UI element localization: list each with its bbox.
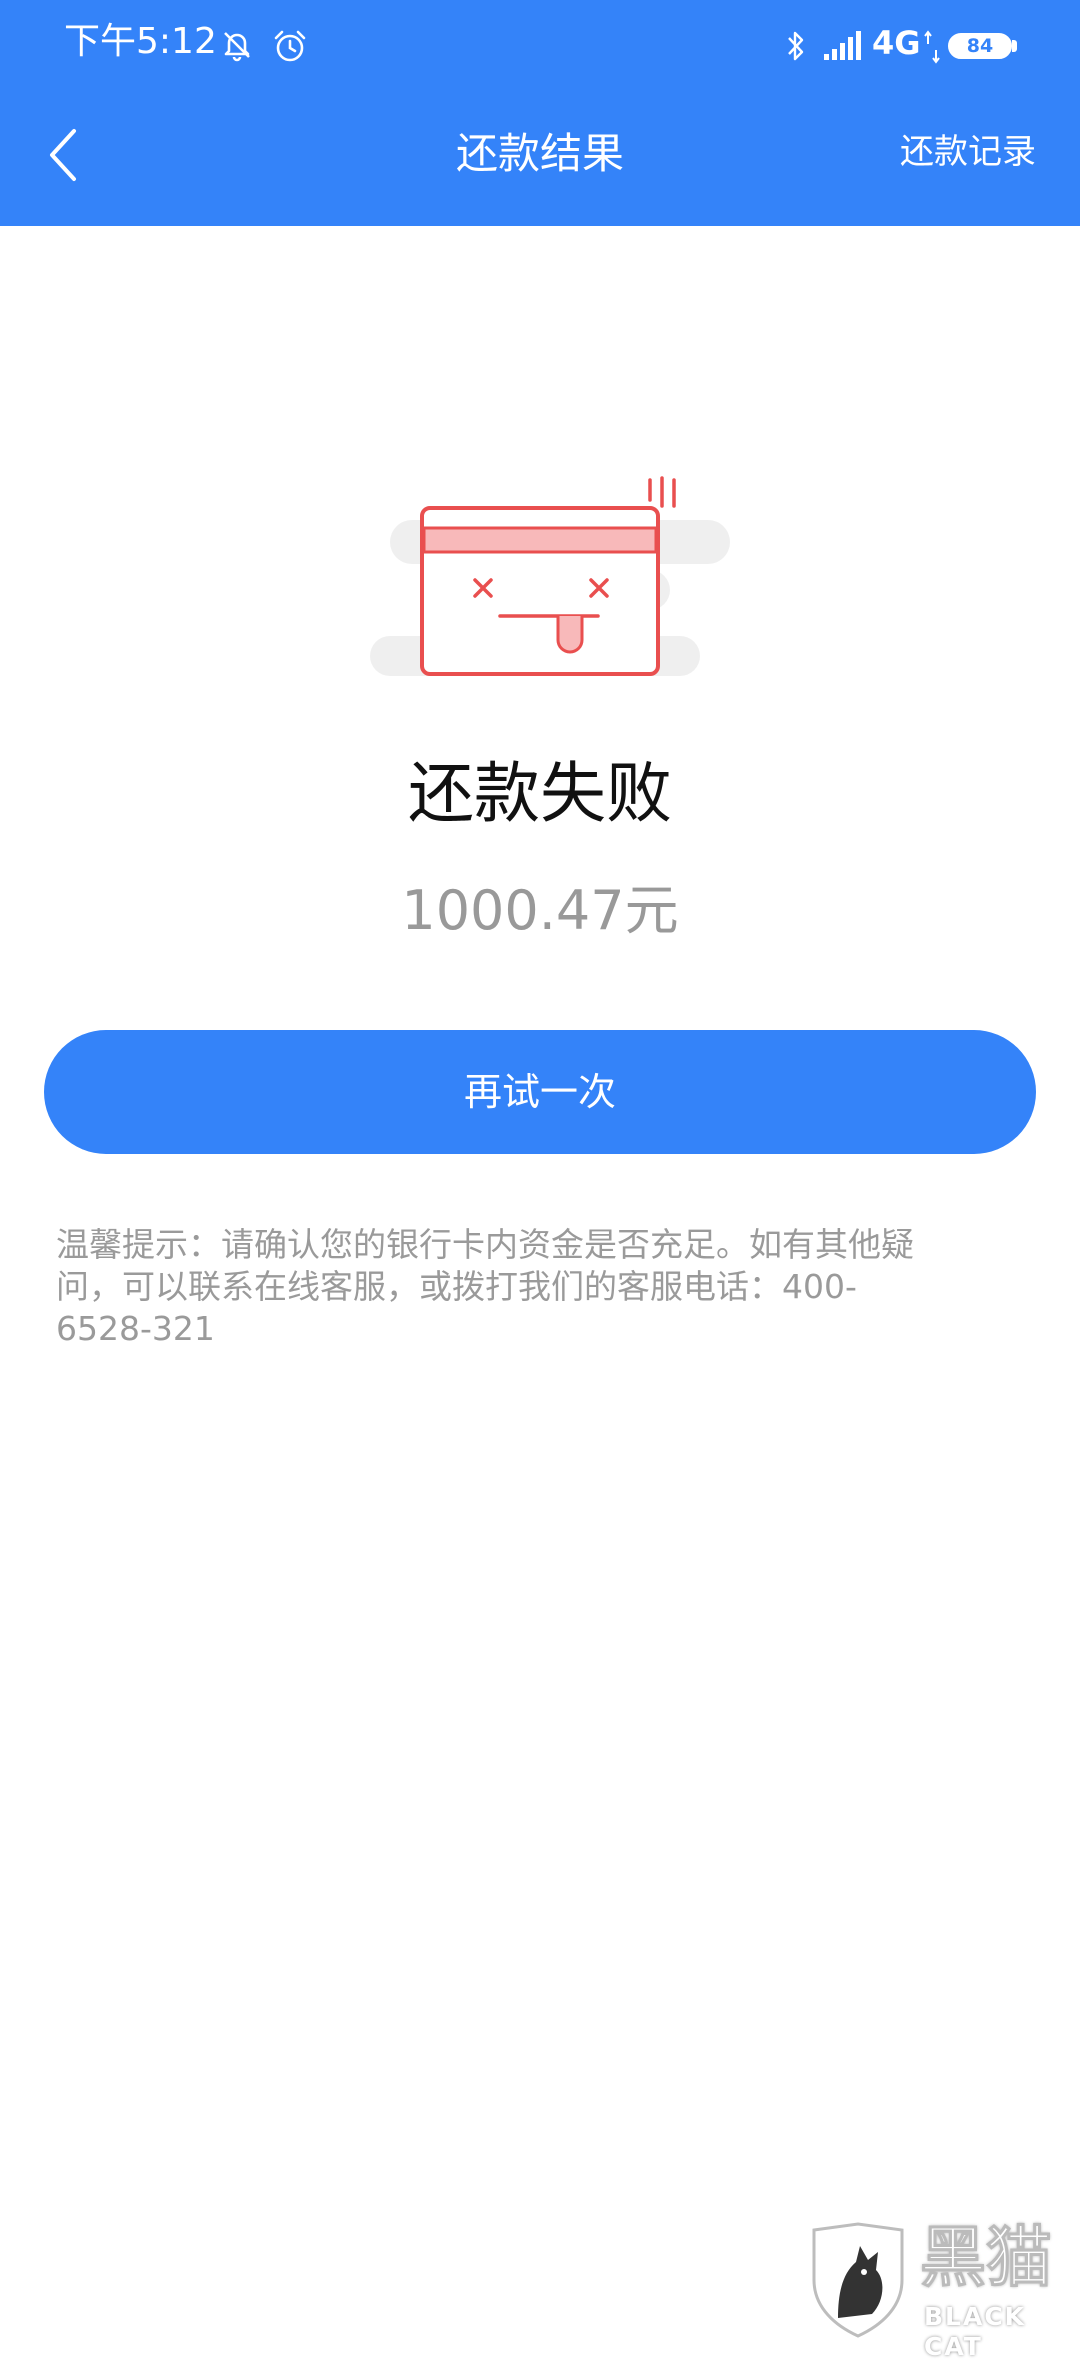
network-type: 4G (872, 24, 921, 62)
alarm-icon (274, 30, 306, 62)
retry-button[interactable]: 再试一次 (44, 1030, 1036, 1154)
data-arrows-icon (924, 30, 940, 64)
signal-icon (824, 31, 861, 60)
mute-bell-icon (224, 32, 250, 62)
chevron-left-icon (50, 129, 76, 181)
back-button[interactable] (24, 110, 104, 200)
bluetooth-icon (788, 31, 804, 61)
status-time: 下午5:12 (64, 21, 217, 62)
cat-shield-logo (812, 2222, 904, 2338)
watermark-title: 黑猫 (920, 2219, 1053, 2296)
result-title: 还款失败 (408, 755, 672, 832)
status-bar: 下午5:12 4G 84 (0, 0, 1080, 80)
failed-card-icon (370, 476, 730, 676)
page-title: 还款结果 (455, 129, 624, 178)
battery-icon: 84 (948, 33, 1012, 59)
nav-bar: 还款结果 还款记录 (0, 80, 1080, 226)
result-amount: 1000.47元 (401, 879, 679, 942)
watermark-subtitle: BLACK CAT (924, 2302, 1027, 2361)
tips-text: 温馨提示：请确认您的银行卡内资金是否充足。如有其他疑问，可以联系在线客服，或拨打… (56, 1225, 914, 1348)
repayment-records-link[interactable]: 还款记录 (900, 128, 1036, 176)
battery-tip (1012, 40, 1017, 52)
watermark: 黑猫 BLACK CAT (808, 2219, 1080, 2361)
